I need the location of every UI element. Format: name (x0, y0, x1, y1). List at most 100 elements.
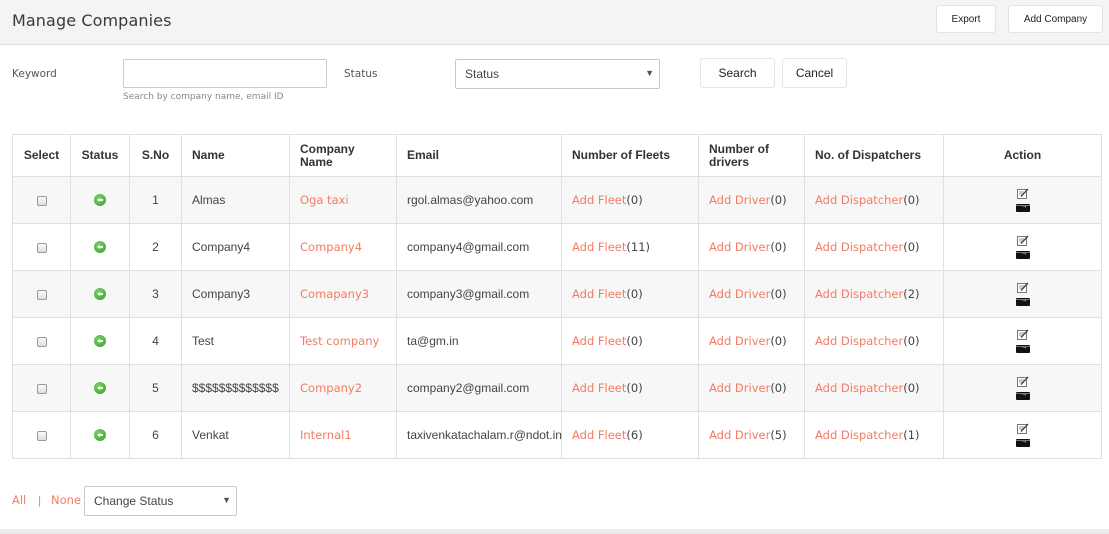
add-dispatcher-link[interactable]: Add Dispatcher (815, 428, 903, 442)
bottom-bar (0, 529, 1109, 534)
add-driver-link[interactable]: Add Driver (709, 334, 770, 348)
edit-icon[interactable] (1016, 329, 1029, 342)
add-dispatcher-link[interactable]: Add Dispatcher (815, 240, 903, 254)
dispatchers-cell: Add Dispatcher(0) (804, 176, 944, 224)
status-active-icon[interactable] (94, 429, 106, 442)
column-header-sno: S.No (129, 134, 182, 177)
company-name-cell: Oga taxi (289, 176, 397, 224)
sno-cell: 2 (129, 223, 182, 271)
add-driver-link[interactable]: Add Driver (709, 287, 770, 301)
select-cell (12, 270, 71, 318)
company-name-link[interactable]: Company2 (300, 381, 362, 395)
column-header-email: Email (396, 134, 562, 177)
company-name-link[interactable]: Internal1 (300, 428, 352, 442)
add-fleet-link[interactable]: Add Fleet (572, 334, 626, 348)
sno-cell: 5 (129, 364, 182, 412)
dispatchers-cell: Add Dispatcher(2) (804, 270, 944, 318)
row-checkbox[interactable] (36, 289, 47, 300)
select-all-link[interactable]: All (12, 493, 26, 507)
card-login-icon[interactable] (1015, 436, 1030, 448)
table-row: 2 Company4 Company4 company4@gmail.com Add F… (12, 223, 1102, 271)
table-header-row: Select Status S.No Name Company Name Ema… (12, 134, 1102, 177)
name-cell: Test (181, 317, 290, 365)
company-name-cell: Internal1 (289, 411, 397, 459)
keyword-input[interactable] (123, 59, 327, 88)
export-button[interactable]: Export (936, 5, 996, 33)
row-checkbox[interactable] (36, 383, 47, 394)
keyword-label: Keyword (12, 68, 57, 80)
company-name-link[interactable]: Test company (300, 334, 379, 348)
name-cell: Company3 (181, 270, 290, 318)
edit-icon[interactable] (1016, 423, 1029, 436)
add-fleet-link[interactable]: Add Fleet (572, 287, 626, 301)
row-checkbox[interactable] (36, 430, 47, 441)
add-dispatcher-link[interactable]: Add Dispatcher (815, 287, 903, 301)
add-dispatcher-link[interactable]: Add Dispatcher (815, 334, 903, 348)
select-cell (12, 364, 71, 412)
add-driver-link[interactable]: Add Driver (709, 428, 770, 442)
change-status-select[interactable]: Change Status ▼ (84, 486, 237, 516)
email-cell: company4@gmail.com (396, 223, 562, 271)
edit-icon[interactable] (1016, 282, 1029, 295)
add-fleet-link[interactable]: Add Fleet (572, 428, 626, 442)
add-fleet-link[interactable]: Add Fleet (572, 193, 626, 207)
status-active-icon[interactable] (94, 335, 106, 348)
status-cell (70, 411, 130, 459)
search-button[interactable]: Search (700, 58, 775, 88)
edit-icon[interactable] (1016, 188, 1029, 201)
fleets-cell: Add Fleet(0) (561, 270, 699, 318)
column-header-name: Name (181, 134, 290, 177)
status-cell (70, 364, 130, 412)
company-name-link[interactable]: Oga taxi (300, 193, 349, 207)
driver-count: (0) (770, 287, 787, 301)
edit-icon[interactable] (1016, 235, 1029, 248)
table-row: 1 Almas Oga taxi rgol.almas@yahoo.com Add Fl… (12, 176, 1102, 224)
status-active-icon[interactable] (94, 194, 106, 207)
add-driver-link[interactable]: Add Driver (709, 381, 770, 395)
page-header: Manage Companies Export Add Company (0, 0, 1109, 45)
email-cell: taxivenkatachalam.r@ndot.in (396, 411, 562, 459)
row-checkbox[interactable] (36, 195, 47, 206)
add-dispatcher-link[interactable]: Add Dispatcher (815, 193, 903, 207)
row-checkbox[interactable] (36, 336, 47, 347)
edit-icon[interactable] (1016, 376, 1029, 389)
email-cell: ta@gm.in (396, 317, 562, 365)
card-login-icon[interactable] (1015, 295, 1030, 307)
status-select[interactable]: Status ▼ (455, 59, 660, 89)
cancel-button[interactable]: Cancel (782, 58, 847, 88)
add-company-button[interactable]: Add Company (1008, 5, 1103, 33)
dispatchers-cell: Add Dispatcher(0) (804, 364, 944, 412)
dispatchers-cell: Add Dispatcher(0) (804, 223, 944, 271)
card-login-icon[interactable] (1015, 248, 1030, 260)
status-active-icon[interactable] (94, 241, 106, 254)
dispatcher-count: (2) (903, 287, 920, 301)
row-checkbox[interactable] (36, 242, 47, 253)
status-active-icon[interactable] (94, 382, 106, 395)
status-cell (70, 270, 130, 318)
name-cell: Venkat (181, 411, 290, 459)
card-login-icon[interactable] (1015, 201, 1030, 213)
table-row: 3 Company3 Comapany3 company3@gmail.com Add … (12, 270, 1102, 318)
add-driver-link[interactable]: Add Driver (709, 193, 770, 207)
column-header-dispatchers: No. of Dispatchers (804, 134, 944, 177)
add-fleet-link[interactable]: Add Fleet (572, 240, 626, 254)
dispatcher-count: (0) (903, 240, 920, 254)
company-name-link[interactable]: Company4 (300, 240, 362, 254)
keyword-help-text: Search by company name, email ID (123, 92, 284, 102)
company-name-cell: Company4 (289, 223, 397, 271)
add-fleet-link[interactable]: Add Fleet (572, 381, 626, 395)
fleet-count: (6) (626, 428, 643, 442)
status-active-icon[interactable] (94, 288, 106, 301)
action-cell (943, 411, 1102, 459)
card-login-icon[interactable] (1015, 342, 1030, 354)
email-cell: company2@gmail.com (396, 364, 562, 412)
add-dispatcher-link[interactable]: Add Dispatcher (815, 381, 903, 395)
sno-cell: 3 (129, 270, 182, 318)
select-none-link[interactable]: None (51, 493, 81, 507)
company-name-link[interactable]: Comapany3 (300, 287, 369, 301)
add-driver-link[interactable]: Add Driver (709, 240, 770, 254)
fleet-count: (0) (626, 193, 643, 207)
fleets-cell: Add Fleet(0) (561, 317, 699, 365)
action-cell (943, 176, 1102, 224)
card-login-icon[interactable] (1015, 389, 1030, 401)
